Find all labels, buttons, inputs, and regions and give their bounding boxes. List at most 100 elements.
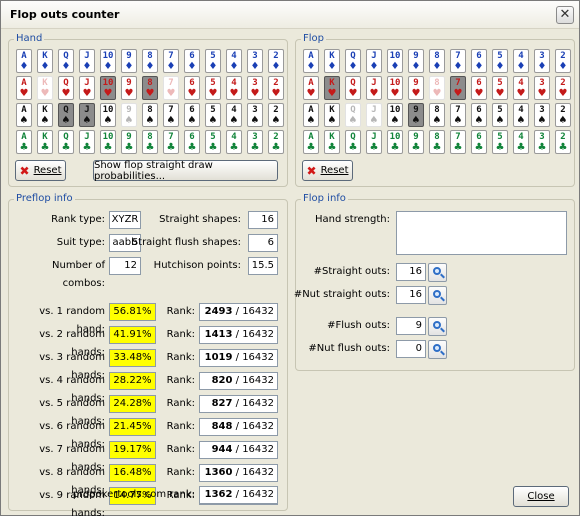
- equity-field[interactable]: 56.81%: [109, 303, 156, 321]
- close-icon[interactable]: ✕: [556, 6, 574, 24]
- rank-field[interactable]: 1360 / 16432: [199, 464, 278, 482]
- hand-card-3-clubs[interactable]: 3 ♣: [247, 130, 263, 154]
- rank-type-field[interactable]: XYZR: [109, 211, 141, 229]
- rank-field[interactable]: 944 / 16432: [199, 441, 278, 459]
- hand-card-Q-clubs[interactable]: Q ♣: [58, 130, 74, 154]
- flop-card-2-hearts[interactable]: 2 ♥: [555, 76, 571, 100]
- equity-field[interactable]: 19.17%: [109, 441, 156, 459]
- flop-card-A-spades[interactable]: A ♠: [303, 103, 319, 127]
- flop-card-7-diamonds[interactable]: 7 ♦: [450, 49, 466, 73]
- rank-field[interactable]: 2493 / 16432: [199, 303, 278, 321]
- flop-card-4-hearts[interactable]: 4 ♥: [513, 76, 529, 100]
- hand-card-7-hearts[interactable]: 7 ♥: [163, 76, 179, 100]
- flop-card-10-hearts[interactable]: 10 ♥: [387, 76, 403, 100]
- close-button[interactable]: Close: [513, 486, 569, 507]
- flop-card-K-spades[interactable]: K ♠: [324, 103, 340, 127]
- hand-card-Q-diamonds[interactable]: Q ♦: [58, 49, 74, 73]
- hand-card-2-hearts[interactable]: 2 ♥: [268, 76, 284, 100]
- title-bar[interactable]: Flop outs counter ✕: [1, 1, 579, 29]
- hand-card-10-hearts[interactable]: 10 ♥: [100, 76, 116, 100]
- rank-field[interactable]: 1019 / 16432: [199, 349, 278, 367]
- hand-card-6-hearts[interactable]: 6 ♥: [184, 76, 200, 100]
- hand-card-2-diamonds[interactable]: 2 ♦: [268, 49, 284, 73]
- hand-card-3-diamonds[interactable]: 3 ♦: [247, 49, 263, 73]
- flop-card-8-hearts[interactable]: 8 ♥: [429, 76, 445, 100]
- hand-reset-button[interactable]: ✖ Reset: [15, 160, 66, 181]
- flop-card-8-clubs[interactable]: 8 ♣: [429, 130, 445, 154]
- hand-card-5-spades[interactable]: 5 ♠: [205, 103, 221, 127]
- flop-card-9-diamonds[interactable]: 9 ♦: [408, 49, 424, 73]
- flop-card-5-spades[interactable]: 5 ♠: [492, 103, 508, 127]
- flop-card-5-clubs[interactable]: 5 ♣: [492, 130, 508, 154]
- hand-card-A-clubs[interactable]: A ♣: [16, 130, 32, 154]
- flop-card-2-diamonds[interactable]: 2 ♦: [555, 49, 571, 73]
- hand-card-3-hearts[interactable]: 3 ♥: [247, 76, 263, 100]
- straight-outs-field[interactable]: 16: [396, 263, 426, 281]
- propokertools-rank-field[interactable]: 1362 / 16432: [199, 486, 278, 504]
- hand-card-7-spades[interactable]: 7 ♠: [163, 103, 179, 127]
- equity-field[interactable]: 24.28%: [109, 395, 156, 413]
- hand-card-J-clubs[interactable]: J ♣: [79, 130, 95, 154]
- show-probabilities-button[interactable]: Show flop straight draw probabilities...: [93, 160, 278, 182]
- hand-card-3-spades[interactable]: 3 ♠: [247, 103, 263, 127]
- hand-card-4-spades[interactable]: 4 ♠: [226, 103, 242, 127]
- hand-card-4-diamonds[interactable]: 4 ♦: [226, 49, 242, 73]
- rank-field[interactable]: 827 / 16432: [199, 395, 278, 413]
- hand-card-10-diamonds[interactable]: 10 ♦: [100, 49, 116, 73]
- hand-card-K-hearts[interactable]: K ♥: [37, 76, 53, 100]
- flop-card-K-clubs[interactable]: K ♣: [324, 130, 340, 154]
- flop-card-8-spades[interactable]: 8 ♠: [429, 103, 445, 127]
- flop-card-4-diamonds[interactable]: 4 ♦: [513, 49, 529, 73]
- hand-card-5-clubs[interactable]: 5 ♣: [205, 130, 221, 154]
- straight-outs-search-icon[interactable]: [428, 263, 447, 282]
- flop-card-A-hearts[interactable]: A ♥: [303, 76, 319, 100]
- number-of-combos-field[interactable]: 12: [109, 257, 141, 275]
- hand-card-J-spades[interactable]: J ♠: [79, 103, 95, 127]
- hand-card-5-diamonds[interactable]: 5 ♦: [205, 49, 221, 73]
- flop-card-8-diamonds[interactable]: 8 ♦: [429, 49, 445, 73]
- hutchison-points-field[interactable]: 15.5: [248, 257, 278, 275]
- flush-outs-field[interactable]: 9: [396, 317, 426, 335]
- hand-card-6-clubs[interactable]: 6 ♣: [184, 130, 200, 154]
- hand-card-6-spades[interactable]: 6 ♠: [184, 103, 200, 127]
- hand-card-K-spades[interactable]: K ♠: [37, 103, 53, 127]
- flop-card-7-spades[interactable]: 7 ♠: [450, 103, 466, 127]
- nut-straight-outs-field[interactable]: 16: [396, 286, 426, 304]
- hand-card-4-clubs[interactable]: 4 ♣: [226, 130, 242, 154]
- flop-card-9-spades[interactable]: 9 ♠: [408, 103, 424, 127]
- hand-card-Q-spades[interactable]: Q ♠: [58, 103, 74, 127]
- flop-card-K-diamonds[interactable]: K ♦: [324, 49, 340, 73]
- flop-card-7-hearts[interactable]: 7 ♥: [450, 76, 466, 100]
- flop-card-3-hearts[interactable]: 3 ♥: [534, 76, 550, 100]
- hand-card-2-spades[interactable]: 2 ♠: [268, 103, 284, 127]
- flop-card-5-diamonds[interactable]: 5 ♦: [492, 49, 508, 73]
- flop-card-A-clubs[interactable]: A ♣: [303, 130, 319, 154]
- equity-field[interactable]: 16.48%: [109, 464, 156, 482]
- hand-card-9-diamonds[interactable]: 9 ♦: [121, 49, 137, 73]
- hand-card-10-spades[interactable]: 10 ♠: [100, 103, 116, 127]
- flop-card-6-diamonds[interactable]: 6 ♦: [471, 49, 487, 73]
- rank-field[interactable]: 820 / 16432: [199, 372, 278, 390]
- equity-field[interactable]: 33.48%: [109, 349, 156, 367]
- hand-card-Q-hearts[interactable]: Q ♥: [58, 76, 74, 100]
- equity-field[interactable]: 21.45%: [109, 418, 156, 436]
- hand-card-K-diamonds[interactable]: K ♦: [37, 49, 53, 73]
- hand-card-2-clubs[interactable]: 2 ♣: [268, 130, 284, 154]
- hand-card-10-clubs[interactable]: 10 ♣: [100, 130, 116, 154]
- hand-card-5-hearts[interactable]: 5 ♥: [205, 76, 221, 100]
- hand-card-9-spades[interactable]: 9 ♠: [121, 103, 137, 127]
- hand-strength-field[interactable]: [396, 211, 567, 255]
- hand-card-K-clubs[interactable]: K ♣: [37, 130, 53, 154]
- hand-card-7-diamonds[interactable]: 7 ♦: [163, 49, 179, 73]
- flop-card-9-clubs[interactable]: 9 ♣: [408, 130, 424, 154]
- flop-card-Q-spades[interactable]: Q ♠: [345, 103, 361, 127]
- flop-card-Q-diamonds[interactable]: Q ♦: [345, 49, 361, 73]
- nut-flush-outs-search-icon[interactable]: [428, 340, 447, 359]
- flop-card-4-clubs[interactable]: 4 ♣: [513, 130, 529, 154]
- rank-field[interactable]: 1413 / 16432: [199, 326, 278, 344]
- straight-flush-shapes-field[interactable]: 6: [248, 234, 278, 252]
- flop-card-10-diamonds[interactable]: 10 ♦: [387, 49, 403, 73]
- flop-card-K-hearts[interactable]: K ♥: [324, 76, 340, 100]
- hand-card-8-hearts[interactable]: 8 ♥: [142, 76, 158, 100]
- flop-card-J-clubs[interactable]: J ♣: [366, 130, 382, 154]
